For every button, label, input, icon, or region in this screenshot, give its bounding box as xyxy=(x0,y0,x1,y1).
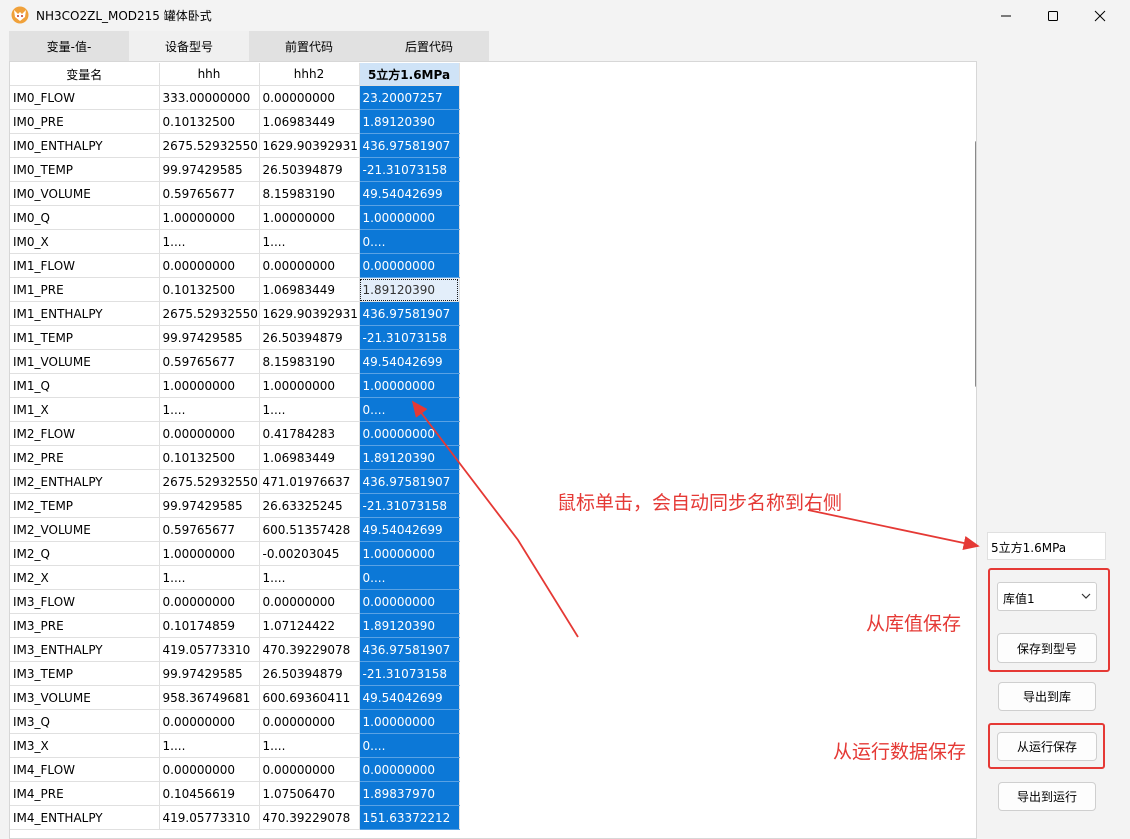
arrow-to-name-field xyxy=(807,509,980,551)
annotation-arrows xyxy=(411,400,980,638)
arrow-to-cell xyxy=(411,400,579,638)
